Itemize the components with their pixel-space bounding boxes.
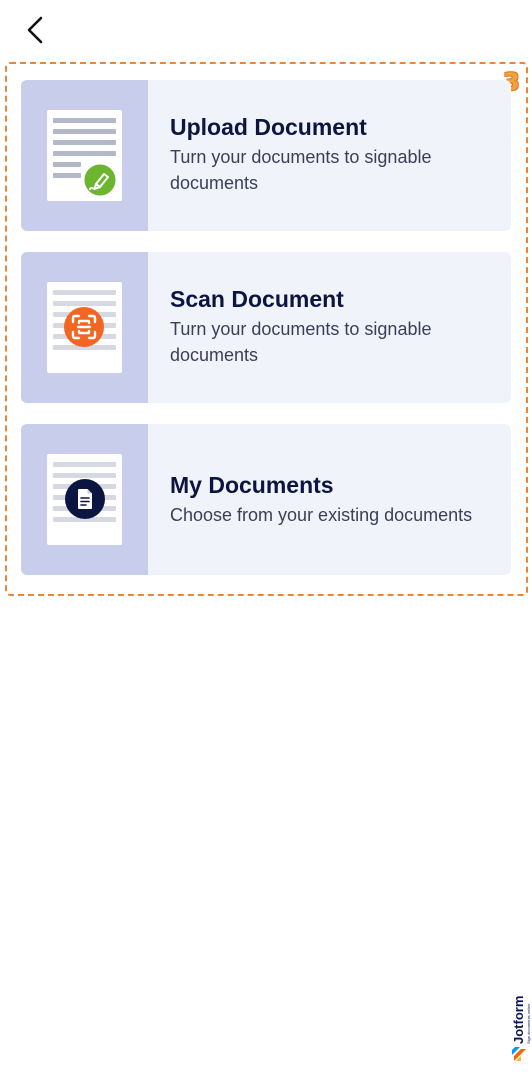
back-button[interactable] [18, 12, 52, 48]
card-thumbnail [21, 424, 148, 575]
card-thumbnail [21, 252, 148, 403]
scan-icon [64, 307, 104, 347]
card-text: Scan Document Turn your documents to sig… [170, 285, 503, 368]
scan-document-card[interactable]: Scan Document Turn your documents to sig… [21, 252, 511, 403]
document-icon [65, 479, 105, 519]
my-documents-card[interactable]: My Documents Choose from your existing d… [21, 424, 511, 575]
card-description: Turn your documents to signable document… [170, 319, 432, 365]
svg-text:Sign documents online: Sign documents online [526, 1003, 531, 1044]
jotform-logo: Jotform Sign documents online [505, 995, 532, 1070]
card-description: Turn your documents to signable document… [170, 147, 432, 193]
card-text: My Documents Choose from your existing d… [170, 471, 503, 528]
card-title: My Documents [170, 472, 334, 498]
pen-sign-icon [82, 162, 118, 198]
card-thumbnail [21, 80, 148, 231]
card-title: Upload Document [170, 114, 367, 140]
svg-text:Jotform: Jotform [511, 996, 526, 1044]
card-text: Upload Document Turn your documents to s… [170, 113, 503, 196]
card-title: Scan Document [170, 286, 344, 312]
chevron-left-icon [27, 16, 43, 44]
upload-document-card[interactable]: Upload Document Turn your documents to s… [21, 80, 511, 231]
card-description: Choose from your existing documents [170, 505, 473, 525]
